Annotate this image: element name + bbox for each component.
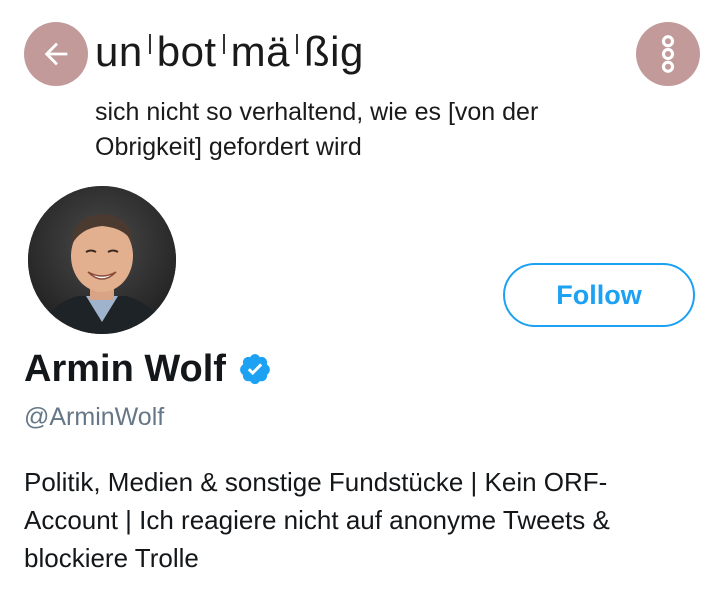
banner-headword: un bot mä ßig [95,26,364,78]
profile-bio: Politik, Medien & sonstige Fundstücke | … [24,467,610,573]
follow-button[interactable]: Follow [503,263,695,327]
arrow-left-icon [44,42,68,66]
syllable: ßig [303,28,364,75]
more-vertical-icon [661,35,675,73]
syllable: mä [230,28,290,75]
name-row: Armin Wolf [24,344,272,394]
avatar[interactable] [24,182,180,338]
profile-page: un bot mä ßig sich nicht so verhaltend, … [0,0,720,594]
verified-badge-icon [240,354,270,385]
back-button[interactable] [24,22,88,86]
user-handle: @ArminWolf [24,403,165,431]
banner-definition: sich nicht so verhaltend, wie es [von de… [95,98,539,161]
display-name: Armin Wolf [24,347,226,390]
syllable-divider [295,34,298,54]
syllable-divider [222,34,225,54]
more-options-button[interactable] [636,22,700,86]
avatar-photo [28,186,176,334]
syllable: un [95,28,143,75]
syllable-divider [148,34,151,54]
syllable: bot [156,28,217,75]
